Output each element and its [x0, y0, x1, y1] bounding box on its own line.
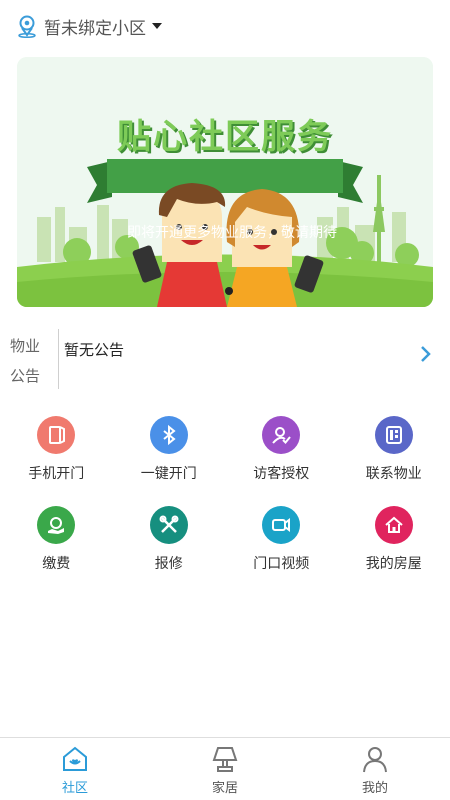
service-label: 缴费: [42, 556, 71, 572]
notice-label: 物业 公告: [10, 331, 50, 391]
service-label: 联系物业: [365, 466, 422, 482]
tab-label: 我的: [361, 781, 388, 796]
promo-banner[interactable]: 贴心社区服务 即将开通更多物业服务，敬请期待: [17, 57, 433, 307]
bottom-nav: 社区 家居 我的: [0, 737, 450, 800]
service-grid: 手机开门 一键开门 访客授权 联系物业 缴费 报修 门口视频 我的房屋: [0, 410, 450, 584]
service-visitor-auth[interactable]: 访客授权: [225, 410, 338, 494]
community-home-icon: [63, 746, 87, 771]
tab-community[interactable]: 社区: [0, 738, 150, 800]
service-label: 手机开门: [28, 466, 85, 482]
profile-icon: [363, 747, 387, 773]
service-phone-open-door[interactable]: 手机开门: [0, 410, 113, 494]
tab-home-living[interactable]: 家居: [150, 738, 300, 800]
tab-label: 家居: [211, 781, 238, 796]
notice-text: 暂无公告: [64, 341, 125, 359]
house-icon: [374, 506, 413, 544]
service-label: 一键开门: [140, 466, 197, 482]
banner-subtitle: 即将开通更多物业服务，敬请期待: [127, 225, 337, 241]
tab-label: 社区: [61, 781, 88, 796]
banner-illustration: [17, 57, 433, 307]
service-label: 访客授权: [253, 466, 310, 482]
service-my-house[interactable]: 我的房屋: [338, 500, 450, 584]
service-label: 我的房屋: [365, 556, 422, 572]
tab-mine[interactable]: 我的: [300, 738, 450, 800]
chevron-right-icon[interactable]: [420, 345, 432, 363]
service-door-video[interactable]: 门口视频: [225, 500, 338, 584]
notice-divider: [58, 329, 59, 389]
property-notice[interactable]: 物业 公告 暂无公告: [0, 325, 450, 393]
service-label: 门口视频: [253, 556, 310, 572]
payment-icon: [37, 506, 76, 544]
service-label: 报修: [154, 556, 183, 572]
bluetooth-icon: [149, 416, 188, 454]
notice-label-line1: 物业: [10, 337, 41, 355]
repair-tools-icon: [149, 506, 188, 544]
phone-contact-icon: [374, 416, 413, 454]
service-repair[interactable]: 报修: [113, 500, 226, 584]
video-camera-icon: [262, 506, 301, 544]
caret-down-icon[interactable]: [152, 23, 162, 29]
notice-label-line2: 公告: [10, 367, 41, 385]
service-contact-property[interactable]: 联系物业: [338, 410, 450, 494]
lamp-icon: [212, 747, 238, 772]
service-payment[interactable]: 缴费: [0, 500, 113, 584]
service-one-key-open[interactable]: 一键开门: [113, 410, 226, 494]
phone-door-icon: [37, 416, 76, 454]
community-selector[interactable]: 暂未绑定小区: [44, 14, 146, 39]
location-pin-icon[interactable]: [16, 14, 38, 38]
visitor-auth-icon: [262, 416, 301, 454]
top-bar: 暂未绑定小区: [0, 0, 450, 52]
banner-title: 贴心社区服务: [117, 117, 333, 157]
